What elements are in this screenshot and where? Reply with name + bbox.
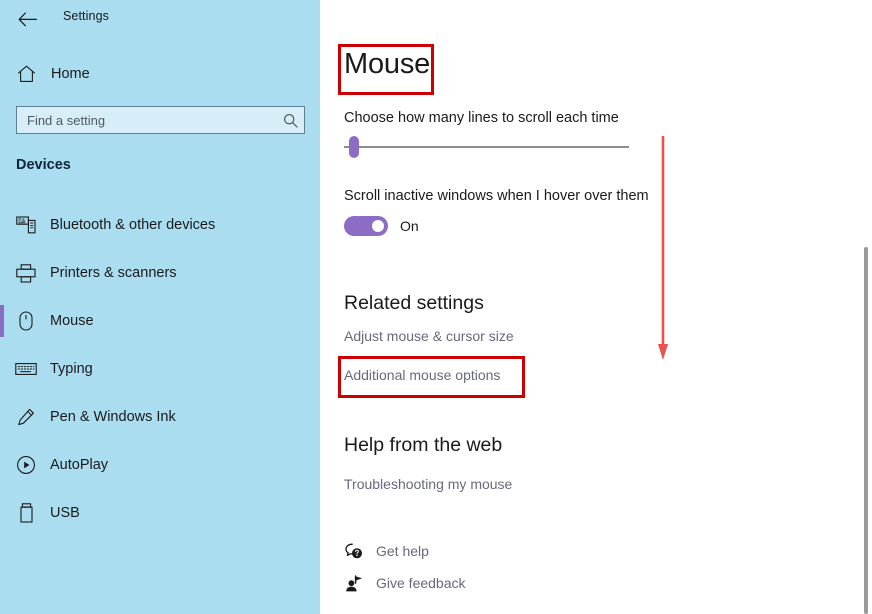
get-help-link[interactable]: Get help	[344, 540, 429, 562]
app-title: Settings	[63, 9, 109, 23]
sidebar-item-usb[interactable]: USB	[0, 491, 320, 535]
search-icon[interactable]	[276, 107, 304, 133]
bluetooth-devices-icon	[13, 212, 39, 238]
related-settings-heading: Related settings	[344, 292, 484, 314]
mouse-icon	[13, 308, 39, 334]
search-box[interactable]	[16, 106, 305, 134]
give-feedback-label: Give feedback	[376, 575, 466, 591]
sidebar-item-label: Typing	[50, 361, 93, 377]
sidebar-item-label: Bluetooth & other devices	[50, 217, 216, 233]
link-additional-mouse-options[interactable]: Additional mouse options	[344, 367, 500, 383]
sidebar-item-printers-scanners[interactable]: Printers & scanners	[0, 251, 320, 295]
link-troubleshooting-my-mouse[interactable]: Troubleshooting my mouse	[344, 476, 512, 492]
scroll-lines-label: Choose how many lines to scroll each tim…	[344, 110, 619, 126]
give-feedback-icon	[344, 573, 364, 593]
sidebar-item-label: USB	[50, 505, 80, 521]
sidebar-item-autoplay[interactable]: AutoPlay	[0, 443, 320, 487]
sidebar-item-label: Printers & scanners	[50, 265, 177, 281]
sidebar-item-label: AutoPlay	[50, 457, 109, 473]
get-help-label: Get help	[376, 543, 429, 559]
slider-track	[344, 146, 629, 148]
inactive-scroll-label: Scroll inactive windows when I hover ove…	[344, 188, 649, 204]
autoplay-icon	[13, 452, 39, 478]
home-icon	[14, 62, 38, 86]
sidebar-item-home-label: Home	[51, 66, 90, 82]
scroll-lines-slider[interactable]	[344, 136, 629, 158]
link-adjust-mouse-cursor-size[interactable]: Adjust mouse & cursor size	[344, 328, 514, 344]
search-input[interactable]	[17, 107, 276, 133]
page-title: Mouse	[344, 48, 431, 80]
get-help-icon	[344, 541, 364, 561]
main-content: Mouse Choose how many lines to scroll ea…	[320, 0, 872, 614]
sidebar-item-mouse[interactable]: Mouse	[0, 299, 320, 343]
sidebar-item-pen-windows-ink[interactable]: Pen & Windows Ink	[0, 395, 320, 439]
sidebar-item-typing[interactable]: Typing	[0, 347, 320, 391]
sidebar: Settings Home Devices	[0, 0, 320, 614]
titlebar-left: Settings	[0, 0, 320, 40]
toggle-knob	[372, 220, 384, 232]
give-feedback-link[interactable]: Give feedback	[344, 572, 466, 594]
settings-window: Settings Home Devices	[0, 0, 872, 614]
back-button[interactable]	[12, 4, 42, 34]
help-from-web-heading: Help from the web	[344, 434, 503, 456]
keyboard-icon	[13, 356, 39, 382]
pen-icon	[13, 404, 39, 430]
sidebar-item-label: Mouse	[50, 313, 94, 329]
sidebar-item-home[interactable]: Home	[0, 58, 320, 90]
sidebar-group-heading: Devices	[16, 157, 71, 173]
sidebar-item-label: Pen & Windows Ink	[50, 409, 176, 425]
slider-thumb[interactable]	[349, 136, 359, 158]
printer-icon	[13, 260, 39, 286]
sidebar-item-bluetooth-other-devices[interactable]: Bluetooth & other devices	[0, 203, 320, 247]
vertical-scrollbar[interactable]	[864, 247, 868, 614]
inactive-scroll-toggle[interactable]	[344, 216, 388, 236]
usb-icon	[13, 500, 39, 526]
inactive-scroll-state: On	[400, 218, 419, 234]
